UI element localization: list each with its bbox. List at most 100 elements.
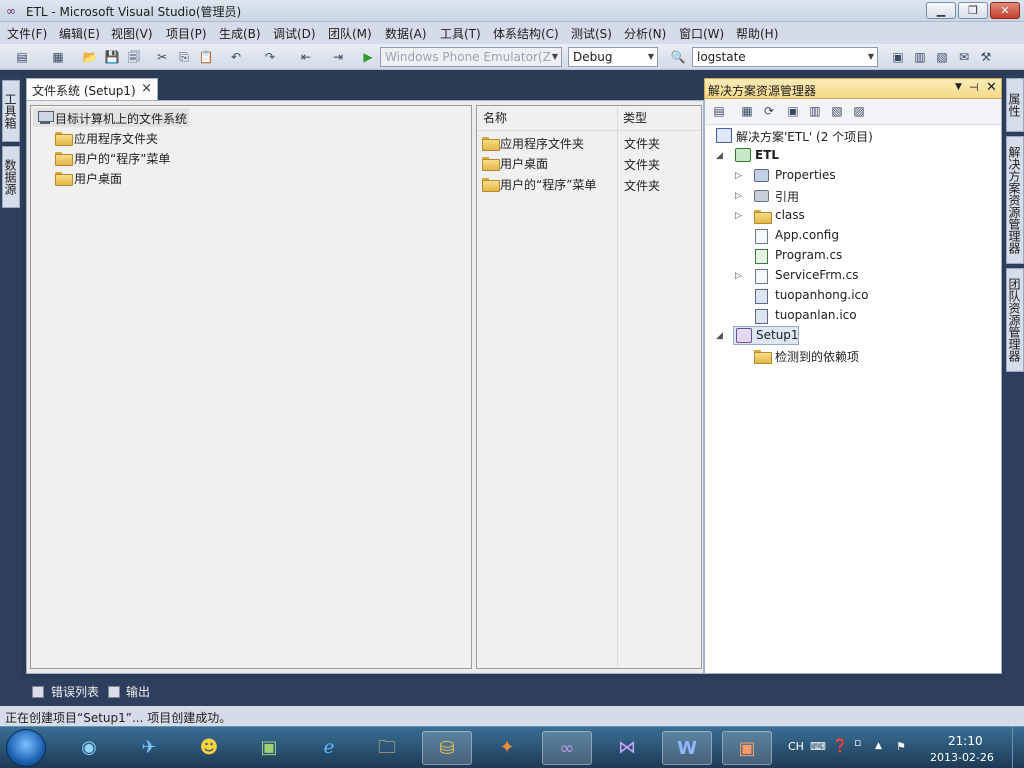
tab-output[interactable]: 输出: [126, 683, 150, 703]
tree-item-app-folder[interactable]: 应用程序文件夹: [74, 130, 158, 147]
collapse-icon[interactable]: ◢: [716, 151, 723, 161]
menu-debug[interactable]: 调试(D): [270, 25, 319, 42]
copy-icon[interactable]: ⎘: [176, 49, 192, 65]
visual-studio-icon[interactable]: ⋈: [602, 731, 652, 765]
node-app-config[interactable]: App.config: [775, 228, 839, 242]
column-header-type[interactable]: 类型: [617, 106, 701, 130]
save-icon[interactable]: 💾: [104, 49, 120, 65]
file-system-list[interactable]: 名称 类型 应用程序文件夹 文件夹 用户桌面 文件夹 用户的“程序”菜单 文件夹: [476, 105, 702, 669]
tree-item-programs-menu[interactable]: 用户的“程序”菜单: [74, 150, 170, 167]
pin-icon[interactable]: ⊣: [969, 81, 979, 94]
window-position-icon[interactable]: ▼: [955, 82, 962, 92]
internet-explorer-icon[interactable]: ℯ: [304, 731, 354, 765]
menu-architecture[interactable]: 体系结构(C): [490, 25, 562, 42]
node-detected-dependencies[interactable]: 检测到的依赖项: [775, 348, 859, 365]
file-types-editor-icon[interactable]: ▧: [829, 103, 845, 119]
project-etl[interactable]: ETL: [755, 148, 779, 162]
column-header-name[interactable]: 名称: [477, 106, 617, 130]
ime-icon[interactable]: ▫: [854, 736, 861, 749]
expand-icon[interactable]: ▷: [735, 191, 742, 201]
menu-help[interactable]: 帮助(H): [733, 25, 781, 42]
visual-studio-running-icon[interactable]: ∞: [542, 731, 592, 765]
colorful-app-icon[interactable]: ✦: [482, 731, 532, 765]
solution-explorer-tab[interactable]: 解决方案资源管理器: [1006, 136, 1024, 264]
bird-app-icon[interactable]: ✈: [124, 731, 174, 765]
collapse-icon[interactable]: ◢: [716, 331, 723, 341]
node-references[interactable]: 引用: [775, 188, 799, 205]
datasource-tab[interactable]: 数据源: [2, 146, 20, 208]
save-all-icon[interactable]: 🗐: [126, 49, 142, 65]
powerpoint-icon[interactable]: ▣: [722, 731, 772, 765]
undo-icon[interactable]: ↶: [228, 49, 244, 65]
object-browser-icon[interactable]: ▧: [934, 49, 950, 65]
project-setup1[interactable]: Setup1: [756, 328, 799, 342]
file-system-tree[interactable]: 目标计算机上的文件系统 应用程序文件夹 用户的“程序”菜单 用户桌面: [30, 105, 472, 669]
add-item-icon[interactable]: ▦: [50, 49, 66, 65]
show-desktop-button[interactable]: [1012, 727, 1024, 768]
column-separator[interactable]: [617, 106, 618, 668]
word-icon[interactable]: W: [662, 731, 712, 765]
file-explorer-icon[interactable]: 🗀: [362, 731, 412, 765]
properties-tab[interactable]: 属性: [1006, 78, 1024, 132]
cut-icon[interactable]: ✂: [154, 49, 170, 65]
menu-build[interactable]: 生成(B): [216, 25, 264, 42]
show-hidden-icons-icon[interactable]: ▲: [875, 741, 882, 751]
menu-analyze[interactable]: 分析(N): [621, 25, 669, 42]
file-system-editor-icon[interactable]: ▣: [785, 103, 801, 119]
expand-icon[interactable]: ▷: [735, 171, 742, 181]
clock-time[interactable]: 21:10: [948, 734, 983, 748]
open-file-icon[interactable]: 📂: [82, 49, 98, 65]
target-device-select[interactable]: Windows Phone Emulator(Z ▼: [380, 47, 562, 67]
node-serviceform-cs[interactable]: ServiceFrm.cs: [775, 268, 858, 282]
language-indicator[interactable]: CH: [788, 740, 804, 753]
tab-file-system-setup1[interactable]: 文件系统 (Setup1) ×: [26, 78, 158, 100]
navigate-backward-icon[interactable]: ⇤: [298, 49, 314, 65]
tree-root[interactable]: 目标计算机上的文件系统: [55, 110, 187, 127]
extension-manager-icon[interactable]: ⚒: [978, 49, 994, 65]
menu-project[interactable]: 项目(P): [163, 25, 210, 42]
menu-file[interactable]: 文件(F): [4, 25, 50, 42]
node-tuopanlan-ico[interactable]: tuopanlan.ico: [775, 308, 857, 322]
solution-explorer-icon[interactable]: ▣: [890, 49, 906, 65]
maximize-button[interactable]: ❐: [958, 2, 988, 19]
clock-date[interactable]: 2013-02-26: [930, 751, 994, 764]
user-interface-editor-icon[interactable]: ▨: [851, 103, 867, 119]
menu-edit[interactable]: 编辑(E): [56, 25, 103, 42]
tree-item-desktop[interactable]: 用户桌面: [74, 170, 122, 187]
find-in-files-icon[interactable]: 🔍: [670, 49, 686, 65]
network-tool-icon[interactable]: ▣: [244, 731, 294, 765]
registry-editor-icon[interactable]: ▥: [807, 103, 823, 119]
qq-icon[interactable]: ☻: [184, 731, 234, 765]
toolbox-tab[interactable]: 工具箱: [2, 80, 20, 142]
new-project-icon[interactable]: ▤: [14, 49, 30, 65]
start-debugging-icon[interactable]: ▶: [360, 49, 376, 65]
find-combo[interactable]: logstate ▼: [692, 47, 878, 67]
help-icon[interactable]: ❓: [832, 739, 848, 754]
tab-error-list[interactable]: 错误列表: [51, 683, 99, 703]
refresh-icon[interactable]: ⟳: [761, 103, 777, 119]
menu-view[interactable]: 视图(V): [108, 25, 156, 42]
node-program-cs[interactable]: Program.cs: [775, 248, 842, 262]
menu-test[interactable]: 测试(S): [568, 25, 615, 42]
menu-tools[interactable]: 工具(T): [437, 25, 484, 42]
redo-icon[interactable]: ↷: [262, 49, 278, 65]
paste-icon[interactable]: 📋: [198, 49, 214, 65]
solution-node[interactable]: 解决方案'ETL' (2 个项目): [736, 128, 873, 145]
start-button-icon[interactable]: [6, 729, 46, 767]
expand-icon[interactable]: ▷: [735, 211, 742, 221]
close-icon[interactable]: ✕: [986, 80, 997, 95]
properties-window-icon[interactable]: ▥: [912, 49, 928, 65]
action-center-icon[interactable]: ⚑: [896, 740, 906, 753]
minimize-button[interactable]: ▁: [926, 2, 956, 19]
keyboard-icon[interactable]: ⌨: [810, 740, 826, 753]
close-button[interactable]: ✕: [990, 2, 1020, 19]
menu-data[interactable]: 数据(A): [382, 25, 430, 42]
database-tool-icon[interactable]: ⛁: [422, 731, 472, 765]
properties-icon[interactable]: ▤: [711, 103, 727, 119]
show-all-files-icon[interactable]: ▦: [739, 103, 755, 119]
team-explorer-tab[interactable]: 团队资源管理器: [1006, 268, 1024, 372]
expand-icon[interactable]: ▷: [735, 271, 742, 281]
node-tuopanhong-ico[interactable]: tuopanhong.ico: [775, 288, 869, 302]
node-class-folder[interactable]: class: [775, 208, 805, 222]
list-item-name[interactable]: 用户桌面: [500, 155, 548, 172]
